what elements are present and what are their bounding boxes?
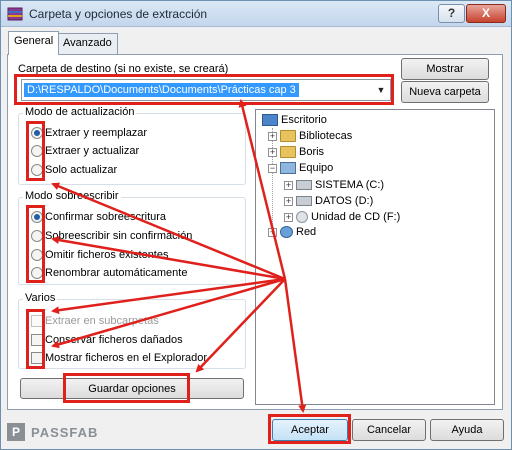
annotation-arrows: [51, 99, 307, 413]
arrow-to-misc-1: [51, 277, 286, 315]
arrow-to-update-radios: [51, 182, 286, 281]
extraction-dialog: Carpeta y opciones de extracción ? X Gen…: [0, 0, 512, 450]
arrow-to-ok: [283, 278, 307, 413]
tab-general[interactable]: General: [8, 31, 60, 55]
arrow-to-destination: [238, 99, 287, 280]
arrow-to-overwrite-radios: [51, 236, 286, 281]
arrow-to-misc-2: [51, 277, 286, 349]
